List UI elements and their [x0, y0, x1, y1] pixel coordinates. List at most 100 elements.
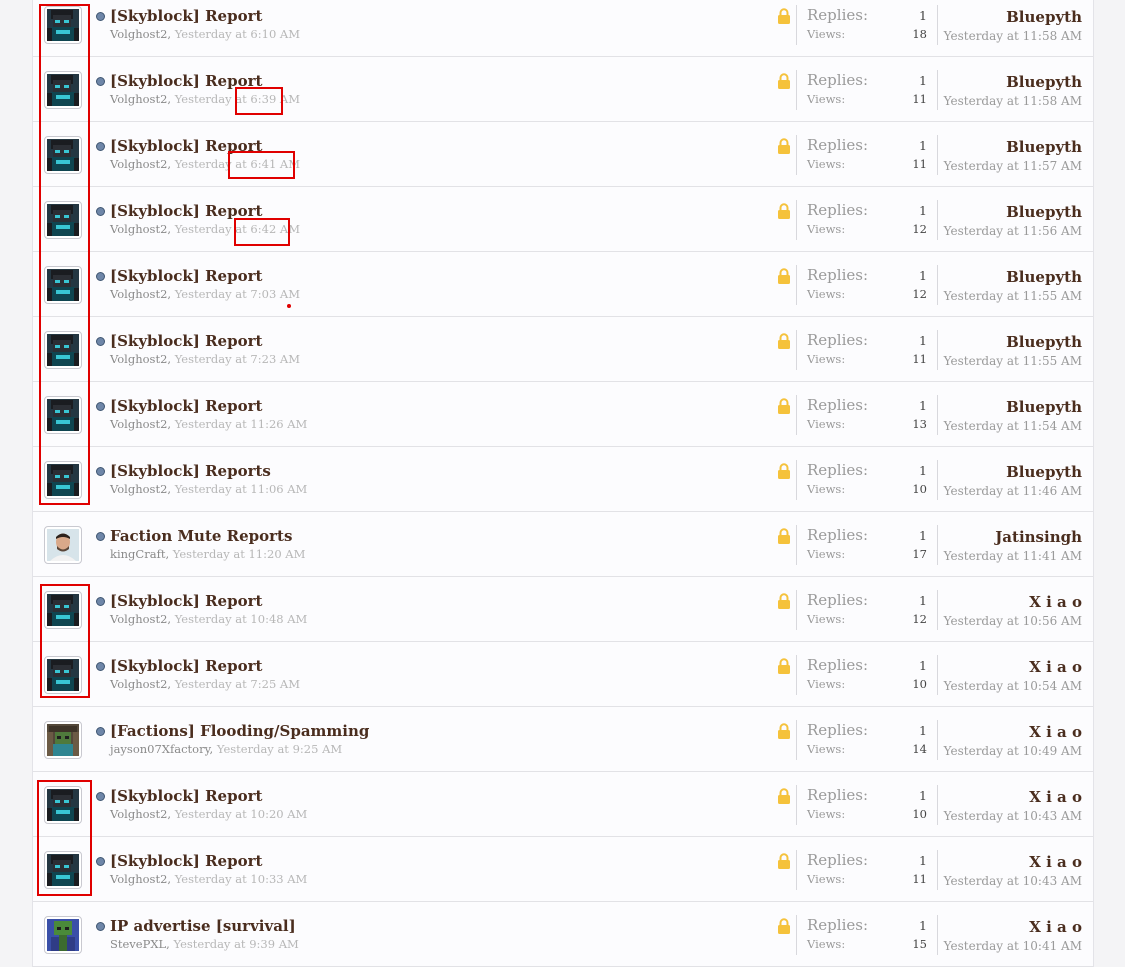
last-post-user-link[interactable]: Bluepyth: [1006, 268, 1082, 286]
avatar[interactable]: [44, 526, 82, 564]
thread-date[interactable]: Yesterday at 7:03 AM: [175, 287, 300, 301]
last-post-user-link[interactable]: Bluepyth: [1006, 333, 1082, 351]
last-post-date[interactable]: Yesterday at 10:43 AM: [944, 809, 1082, 823]
thread-meta: jayson07Xfactory, Yesterday at 9:25 AM: [110, 742, 343, 756]
thread-row[interactable]: [Skyblock] Report Volghost2, Yesterday a…: [33, 0, 1093, 57]
thread-author-link[interactable]: Volghost2: [110, 612, 167, 626]
views-count: 11: [912, 872, 927, 886]
thread-row[interactable]: [Skyblock] Report Volghost2, Yesterday a…: [33, 382, 1093, 447]
thread-row[interactable]: Faction Mute Reports kingCraft, Yesterda…: [33, 512, 1093, 577]
thread-author-link[interactable]: jayson07Xfactory: [110, 742, 210, 756]
last-post-date[interactable]: Yesterday at 10:56 AM: [944, 614, 1082, 628]
thread-author-link[interactable]: Volghost2: [110, 872, 167, 886]
thread-author-link[interactable]: Volghost2: [110, 417, 167, 431]
last-post-user-link[interactable]: X i a o: [1029, 723, 1082, 741]
thread-title-link[interactable]: [Skyblock] Report: [110, 657, 262, 675]
thread-author-link[interactable]: kingCraft: [110, 547, 165, 561]
thread-author-link[interactable]: Volghost2: [110, 27, 167, 41]
thread-date[interactable]: Yesterday at 11:20 AM: [173, 547, 306, 561]
thread-title-link[interactable]: [Skyblock] Report: [110, 267, 262, 285]
last-post-date[interactable]: Yesterday at 11:54 AM: [944, 419, 1082, 433]
last-post-user-link[interactable]: X i a o: [1029, 853, 1082, 871]
last-post-date[interactable]: Yesterday at 11:57 AM: [944, 159, 1082, 173]
thread-row[interactable]: [Skyblock] Report Volghost2, Yesterday a…: [33, 837, 1093, 902]
thread-title-link[interactable]: [Skyblock] Report: [110, 787, 262, 805]
thread-author-link[interactable]: Volghost2: [110, 677, 167, 691]
last-post: Bluepyth Yesterday at 11:46 AM: [944, 462, 1082, 498]
last-post-user-link[interactable]: Bluepyth: [1006, 138, 1082, 156]
thread-row[interactable]: [Skyblock] Report Volghost2, Yesterday a…: [33, 317, 1093, 382]
last-post: Bluepyth Yesterday at 11:57 AM: [944, 137, 1082, 173]
last-post-date[interactable]: Yesterday at 10:49 AM: [944, 744, 1082, 758]
last-post-date[interactable]: Yesterday at 11:41 AM: [944, 549, 1082, 563]
thread-date[interactable]: Yesterday at 7:23 AM: [175, 352, 300, 366]
views-count: 14: [912, 742, 927, 756]
thread-meta: Volghost2, Yesterday at 7:03 AM: [110, 287, 300, 301]
last-post-date[interactable]: Yesterday at 10:54 AM: [944, 679, 1082, 693]
last-post-date[interactable]: Yesterday at 11:55 AM: [944, 354, 1082, 368]
thread-author-link[interactable]: Volghost2: [110, 482, 167, 496]
thread-author-link[interactable]: Volghost2: [110, 352, 167, 366]
replies-label: Replies:: [807, 6, 868, 24]
thread-date[interactable]: Yesterday at 7:25 AM: [175, 677, 300, 691]
last-post-user-link[interactable]: X i a o: [1029, 918, 1082, 936]
last-post-date[interactable]: Yesterday at 11:58 AM: [944, 94, 1082, 108]
thread-row[interactable]: [Skyblock] Report Volghost2, Yesterday a…: [33, 642, 1093, 707]
last-post: X i a o Yesterday at 10:56 AM: [944, 592, 1082, 628]
last-post-user-link[interactable]: X i a o: [1029, 788, 1082, 806]
thread-author-link[interactable]: Volghost2: [110, 222, 167, 236]
last-post-date[interactable]: Yesterday at 10:41 AM: [944, 939, 1082, 953]
last-post-user-link[interactable]: X i a o: [1029, 593, 1082, 611]
last-post-user-link[interactable]: Jatinsingh: [995, 528, 1082, 546]
thread-date[interactable]: Yesterday at 11:26 AM: [175, 417, 308, 431]
thread-title-link[interactable]: [Skyblock] Report: [110, 7, 262, 25]
thread-row[interactable]: IP advertise [survival] StevePXL, Yester…: [33, 902, 1093, 967]
last-post: Bluepyth Yesterday at 11:58 AM: [944, 7, 1082, 43]
last-post-user-link[interactable]: Bluepyth: [1006, 73, 1082, 91]
thread-row[interactable]: [Skyblock] Report Volghost2, Yesterday a…: [33, 772, 1093, 837]
thread-row[interactable]: [Skyblock] Report Volghost2, Yesterday a…: [33, 252, 1093, 317]
thread-row[interactable]: [Skyblock] Report Volghost2, Yesterday a…: [33, 577, 1093, 642]
thread-date[interactable]: Yesterday at 9:39 AM: [173, 937, 298, 951]
thread-title-link[interactable]: [Factions] Flooding/Spamming: [110, 722, 369, 740]
last-post-user-link[interactable]: Bluepyth: [1006, 398, 1082, 416]
last-post-date[interactable]: Yesterday at 11:58 AM: [944, 29, 1082, 43]
thread-date[interactable]: Yesterday at 10:20 AM: [175, 807, 308, 821]
thread-date[interactable]: Yesterday at 10:48 AM: [175, 612, 308, 626]
last-post-user-link[interactable]: Bluepyth: [1006, 8, 1082, 26]
replies-count: 1: [919, 333, 927, 348]
thread-title-link[interactable]: [Skyblock] Report: [110, 397, 262, 415]
thread-stats: Replies: 1 Views: 10: [796, 785, 938, 825]
last-post-date[interactable]: Yesterday at 11:46 AM: [944, 484, 1082, 498]
last-post-user-link[interactable]: Bluepyth: [1006, 463, 1082, 481]
thread-row[interactable]: [Factions] Flooding/Spamming jayson07Xfa…: [33, 707, 1093, 772]
thread-row[interactable]: [Skyblock] Report Volghost2, Yesterday a…: [33, 57, 1093, 122]
thread-author-link[interactable]: StevePXL: [110, 937, 166, 951]
last-post: Bluepyth Yesterday at 11:58 AM: [944, 72, 1082, 108]
last-post-date[interactable]: Yesterday at 10:43 AM: [944, 874, 1082, 888]
thread-title-link[interactable]: IP advertise [survival]: [110, 917, 296, 935]
last-post-date[interactable]: Yesterday at 11:55 AM: [944, 289, 1082, 303]
thread-row[interactable]: [Skyblock] Reports Volghost2, Yesterday …: [33, 447, 1093, 512]
last-post-date[interactable]: Yesterday at 11:56 AM: [944, 224, 1082, 238]
thread-author-link[interactable]: Volghost2: [110, 92, 167, 106]
thread-title-link[interactable]: [Skyblock] Report: [110, 852, 262, 870]
last-post-user-link[interactable]: Bluepyth: [1006, 203, 1082, 221]
thread-title-link[interactable]: Faction Mute Reports: [110, 527, 292, 545]
thread-author-link[interactable]: Volghost2: [110, 287, 167, 301]
thread-title-link[interactable]: [Skyblock] Report: [110, 332, 262, 350]
thread-date[interactable]: Yesterday at 9:25 AM: [217, 742, 342, 756]
avatar[interactable]: [44, 721, 82, 759]
thread-row[interactable]: [Skyblock] Report Volghost2, Yesterday a…: [33, 122, 1093, 187]
thread-date[interactable]: Yesterday at 6:10 AM: [175, 27, 300, 41]
unread-dot-icon: [96, 727, 105, 736]
thread-title-link[interactable]: [Skyblock] Report: [110, 592, 262, 610]
thread-date[interactable]: Yesterday at 11:06 AM: [175, 482, 308, 496]
thread-author-link[interactable]: Volghost2: [110, 807, 167, 821]
thread-author-link[interactable]: Volghost2: [110, 157, 167, 171]
thread-date[interactable]: Yesterday at 10:33 AM: [175, 872, 308, 886]
avatar[interactable]: [44, 916, 82, 954]
last-post-user-link[interactable]: X i a o: [1029, 658, 1082, 676]
thread-row[interactable]: [Skyblock] Report Volghost2, Yesterday a…: [33, 187, 1093, 252]
thread-title-link[interactable]: [Skyblock] Reports: [110, 462, 271, 480]
